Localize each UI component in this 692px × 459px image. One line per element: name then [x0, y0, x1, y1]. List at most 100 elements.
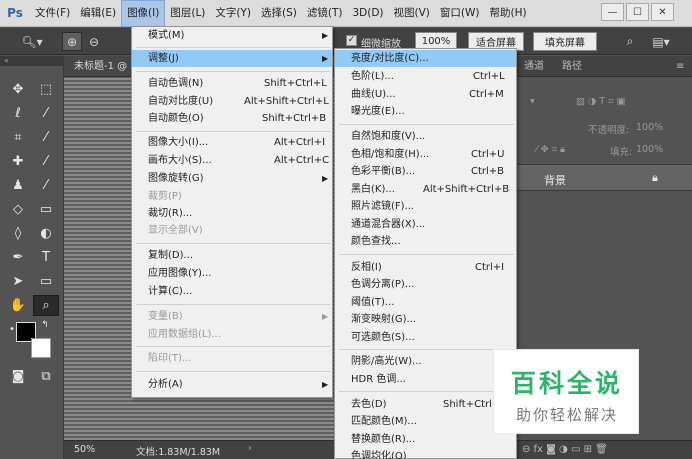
menu-item-hdr-toning[interactable]: HDR 色调...	[335, 371, 516, 388]
type-tool-icon[interactable]: T	[33, 247, 59, 268]
menu-item-channel-mixer[interactable]: 通道混合器(X)...	[335, 216, 516, 233]
menu-item-adjustments[interactable]: 调整(J) ▶	[132, 50, 332, 67]
swap-colors-icon[interactable]: ↰	[36, 318, 54, 332]
menu-item-shadows-highlights[interactable]: 阴影/高光(W)...	[335, 353, 516, 370]
menu-item-match-color[interactable]: 匹配颜色(M)...	[335, 413, 516, 430]
menu-item-color-lookup[interactable]: 颜色查找...	[335, 233, 516, 250]
scrubby-zoom-checkbox[interactable]: ✓	[346, 35, 357, 46]
zoom-tool-icon[interactable]: ⌕	[33, 295, 59, 316]
menu-item-image-size[interactable]: 图像大小(I)... Alt+Ctrl+I	[132, 134, 332, 151]
menu-item-analysis[interactable]: 分析(A) ▶	[132, 376, 332, 393]
zoom-in-icon[interactable]: ⊕	[62, 32, 82, 51]
menu-item-shortcut: Alt+Ctrl+I	[274, 137, 326, 148]
menu-file[interactable]: 文件(F)	[30, 0, 75, 27]
menu-edit[interactable]: 编辑(E)	[75, 0, 121, 27]
menu-window[interactable]: 窗口(W)	[435, 0, 485, 27]
tab-channels[interactable]: 通道	[524, 56, 544, 77]
screen-mode-icon[interactable]: ⧉	[33, 366, 59, 387]
shape-tool-icon[interactable]: ▭	[33, 271, 59, 292]
restore-button[interactable]: ☐	[626, 3, 649, 21]
close-button[interactable]: ✕	[651, 3, 674, 21]
history-brush-icon[interactable]: ⁄	[33, 175, 59, 196]
search-icon[interactable]: ⌕	[620, 32, 640, 51]
opacity-value[interactable]: 100%	[636, 122, 663, 133]
hand-tool-icon[interactable]: ✋	[5, 295, 31, 316]
menu-item-trim[interactable]: 裁切(R)...	[132, 205, 332, 222]
magic-wand-icon[interactable]: ⁄	[33, 103, 59, 124]
background-color-swatch[interactable]	[31, 338, 51, 358]
menu-item-desaturate[interactable]: 去色(D) Shift+Ctrl+	[335, 396, 516, 413]
blur-tool-icon[interactable]: ◊	[5, 223, 31, 244]
panel-menu-icon[interactable]: ≡	[676, 56, 684, 77]
menu-item-posterize[interactable]: 色调分离(P)...	[335, 276, 516, 293]
toolbox: ✥ ⬚ ℓ ⁄ ⌗ ⁄ ✚ ⁄ ♟ ⁄ ◇ ▭ ◊ ◐ ✒ T ➤ ▭ ✋ ⌕ …	[0, 66, 64, 459]
menu-item-curves[interactable]: 曲线(U)... Ctrl+M	[335, 86, 516, 103]
gradient-tool-icon[interactable]: ▭	[33, 199, 59, 220]
menu-item-gradient-map[interactable]: 渐变映射(G)...	[335, 311, 516, 328]
dodge-tool-icon[interactable]: ◐	[33, 223, 59, 244]
menu-type[interactable]: 文字(Y)	[210, 0, 256, 27]
link-layers-icon[interactable]: ⊖ fx ◙ ◑ ▭ ⊞ 🗑︎	[522, 444, 608, 455]
minimize-button[interactable]: —	[601, 3, 624, 21]
menu-item-replace-color[interactable]: 替换颜色(R)...	[335, 431, 516, 448]
menu-item-auto-contrast[interactable]: 自动对比度(U) Alt+Shift+Ctrl+L	[132, 93, 332, 110]
eraser-tool-icon[interactable]: ◇	[5, 199, 31, 220]
lasso-tool-icon[interactable]: ℓ	[5, 103, 31, 124]
menu-item-duplicate[interactable]: 复制(D)...	[132, 247, 332, 264]
menu-item-image-rotation[interactable]: 图像旋转(G) ▶	[132, 170, 332, 187]
fill-value[interactable]: 100%	[636, 144, 663, 155]
menu-item-label: 色彩平衡(B)...	[351, 166, 416, 177]
workspace-icon[interactable]: ▤▾	[648, 32, 674, 51]
zoom-tool-preset-icon[interactable]: 🔍︎▾	[18, 32, 46, 51]
menu-item-label: 替换颜色(R)...	[351, 434, 416, 445]
stamp-tool-icon[interactable]: ♟	[5, 175, 31, 196]
quick-mask-icon[interactable]: ◙	[5, 366, 31, 387]
menu-item-vibrance[interactable]: 自然饱和度(V)...	[335, 128, 516, 145]
menu-item-apply-image[interactable]: 应用图像(Y)...	[132, 265, 332, 282]
menu-select[interactable]: 选择(S)	[256, 0, 302, 27]
menu-help[interactable]: 帮助(H)	[485, 0, 532, 27]
tab-paths[interactable]: 路径	[562, 56, 582, 77]
menu-item-label: 应用图像(Y)...	[148, 268, 212, 279]
menu-item-threshold[interactable]: 阈值(T)...	[335, 294, 516, 311]
menu-separator	[136, 346, 330, 347]
zoom-out-icon[interactable]: ⊖	[84, 32, 104, 51]
menu-layer[interactable]: 图层(L)	[165, 0, 210, 27]
layer-row-background[interactable]: 背景 🔒︎	[516, 164, 692, 191]
menu-item-levels[interactable]: 色阶(L)... Ctrl+L	[335, 68, 516, 85]
eyedropper-icon[interactable]: ⁄	[33, 127, 59, 148]
healing-brush-icon[interactable]: ✚	[5, 151, 31, 172]
menu-item-label: 阴影/高光(W)...	[351, 356, 422, 367]
pen-tool-icon[interactable]: ✒	[5, 247, 31, 268]
menu-item-brightness-contrast[interactable]: 亮度/对比度(C)...	[335, 50, 516, 67]
marquee-tool-icon[interactable]: ⬚	[33, 79, 59, 100]
menu-item-hue-saturation[interactable]: 色相/饱和度(H)... Ctrl+U	[335, 146, 516, 163]
menu-item-auto-color[interactable]: 自动颜色(O) Shift+Ctrl+B	[132, 110, 332, 127]
menu-item-selective-color[interactable]: 可选颜色(S)...	[335, 329, 516, 346]
crop-tool-icon[interactable]: ⌗	[5, 127, 31, 148]
menu-item-auto-tone[interactable]: 自动色调(N) Shift+Ctrl+L	[132, 75, 332, 92]
menu-item-black-white[interactable]: 黑白(K)... Alt+Shift+Ctrl+B	[335, 181, 516, 198]
menu-item-invert[interactable]: 反相(I) Ctrl+I	[335, 259, 516, 276]
fill-screen-button[interactable]: 填充屏幕	[533, 32, 597, 51]
menu-filter[interactable]: 滤镜(T)	[302, 0, 348, 27]
filter-dropdown-icon[interactable]: ▾	[530, 96, 535, 107]
menu-item-mode[interactable]: 模式(M) ▶	[132, 27, 332, 44]
status-zoom[interactable]: 50%	[74, 444, 95, 455]
menu-item-calculations[interactable]: 计算(C)...	[132, 283, 332, 300]
menu-item-label: 复制(D)...	[148, 250, 194, 261]
menu-image[interactable]: 图像(I)	[121, 0, 166, 27]
path-select-icon[interactable]: ➤	[5, 271, 31, 292]
menu-item-equalize[interactable]: 色调均化(Q)	[335, 448, 516, 459]
status-menu-arrow-icon[interactable]: ›	[248, 443, 252, 454]
menu-item-photo-filter[interactable]: 照片滤镜(F)...	[335, 198, 516, 215]
menu-item-color-balance[interactable]: 色彩平衡(B)... Ctrl+B	[335, 163, 516, 180]
lock-icons[interactable]: ⁄ ✥ ⌗ 🔒︎	[536, 144, 565, 155]
menu-item-canvas-size[interactable]: 画布大小(S)... Alt+Ctrl+C	[132, 152, 332, 169]
brush-tool-icon[interactable]: ⁄	[33, 151, 59, 172]
filter-icons[interactable]: ▨ ◑ T ⌗ ▣	[576, 96, 625, 107]
menu-3d[interactable]: 3D(D)	[347, 0, 388, 27]
menu-view[interactable]: 视图(V)	[389, 0, 435, 27]
move-tool-icon[interactable]: ✥	[5, 79, 31, 100]
menu-item-exposure[interactable]: 曝光度(E)...	[335, 103, 516, 120]
